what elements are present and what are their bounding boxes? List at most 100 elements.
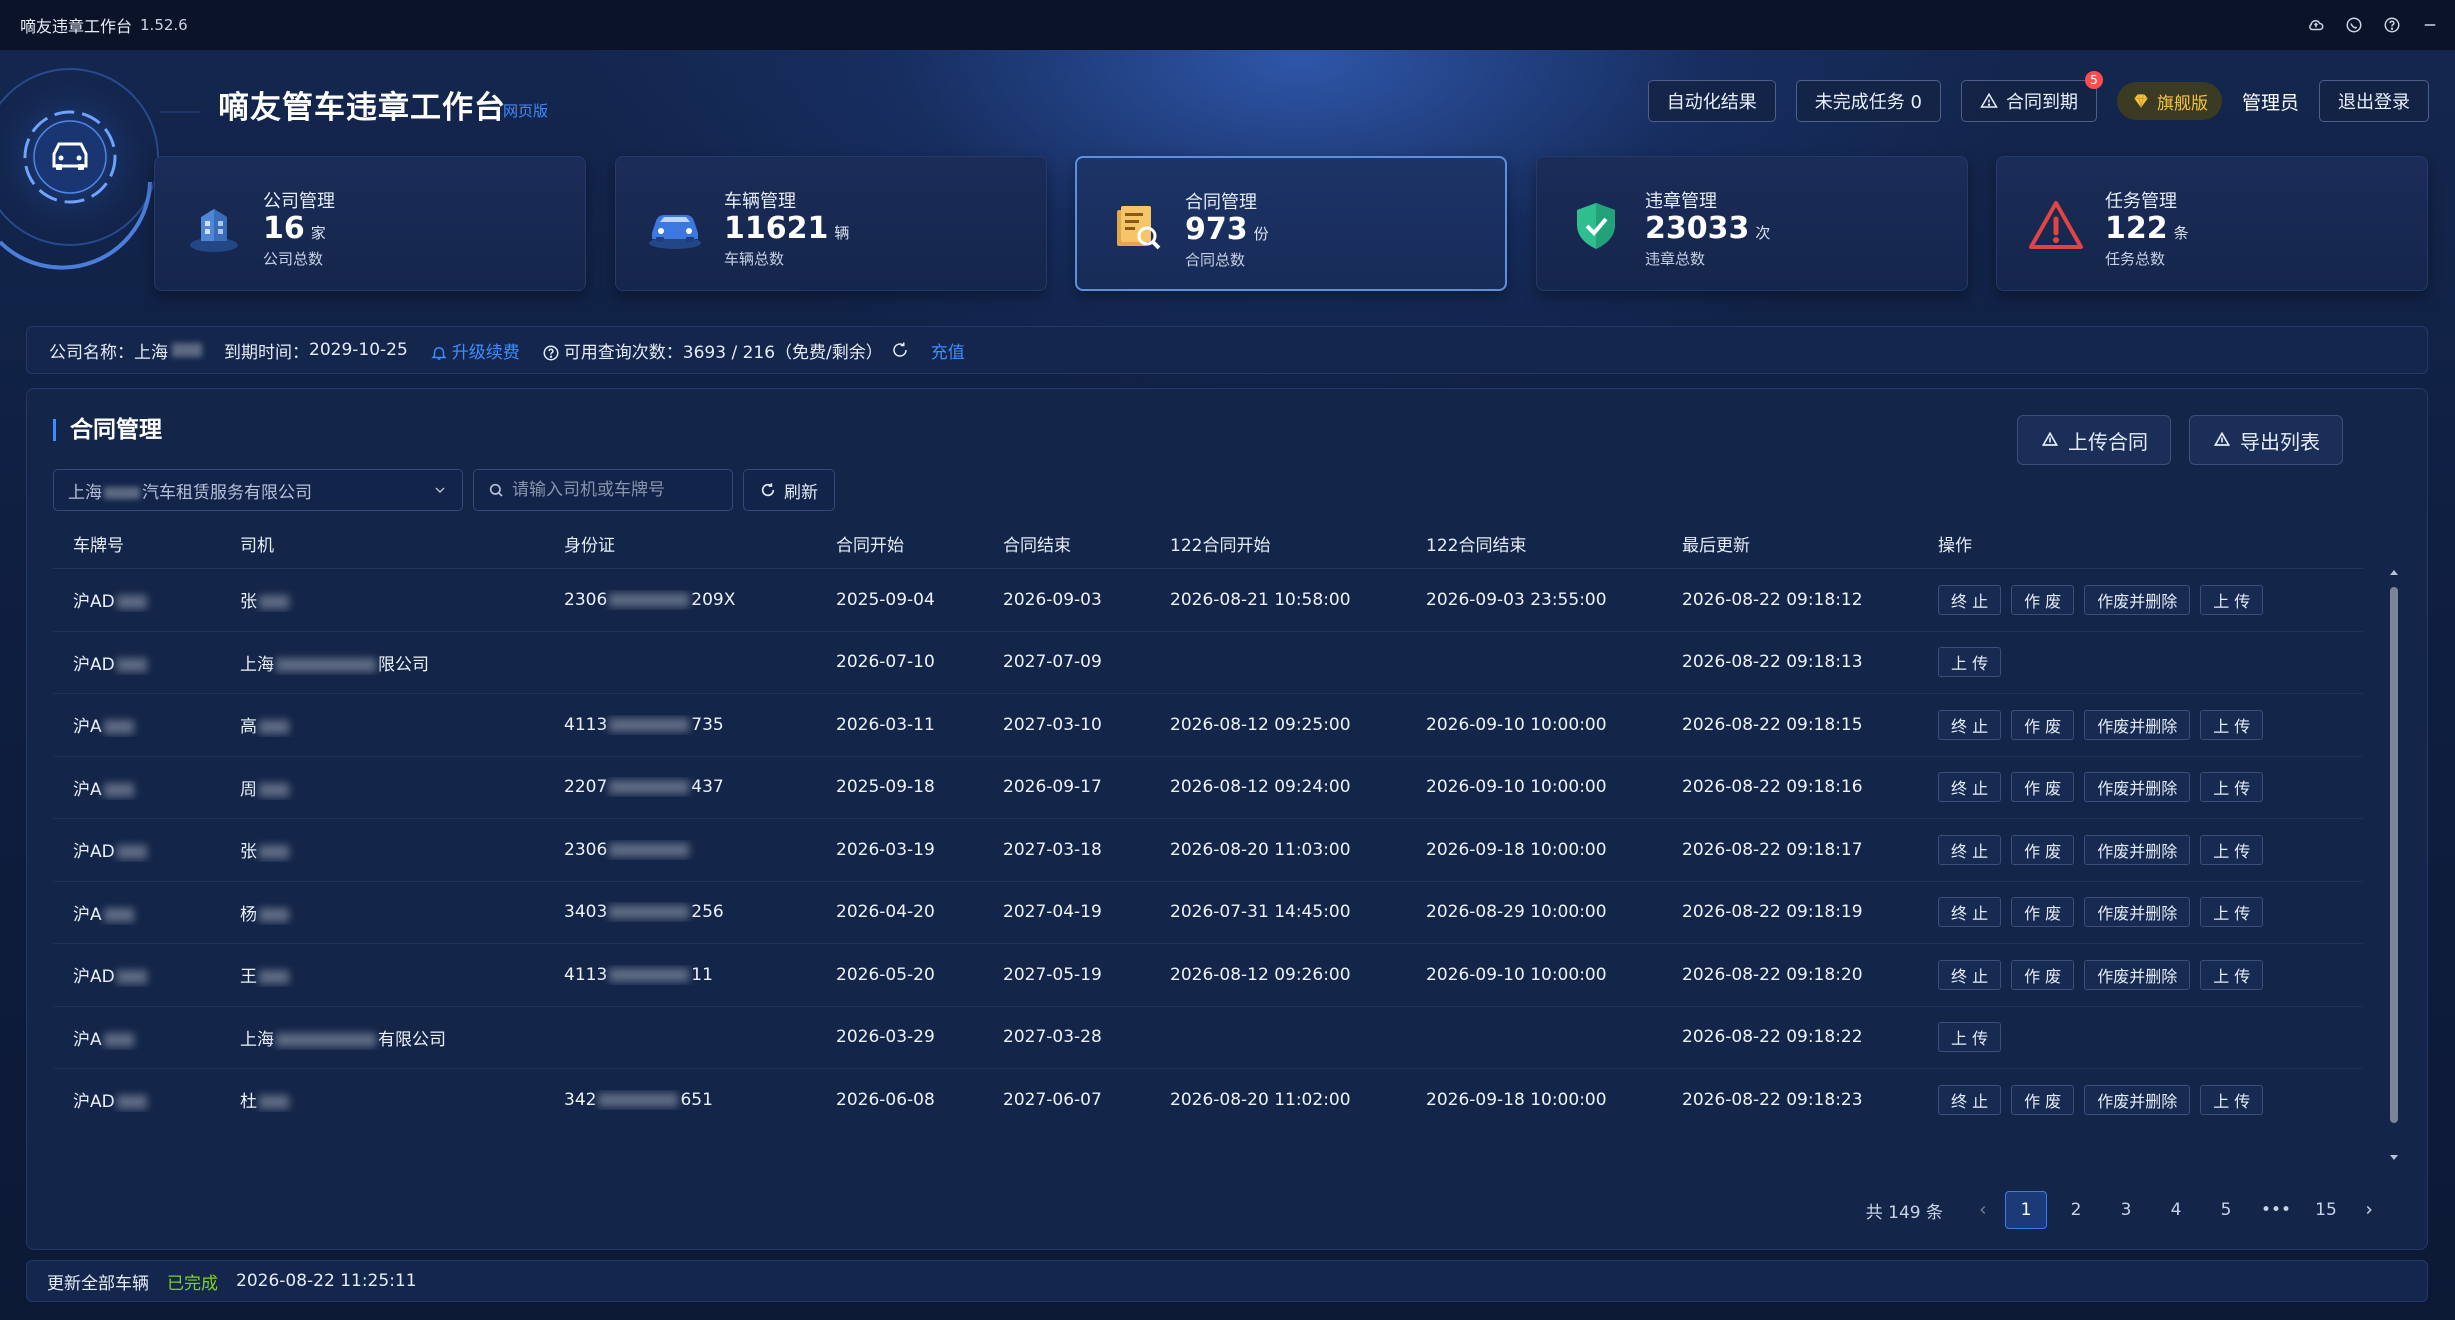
page-number[interactable]: 15: [2305, 1191, 2347, 1229]
upgrade-link[interactable]: 升级续费: [430, 338, 520, 363]
company-select[interactable]: 上海 汽车租赁服务有限公司: [53, 469, 463, 511]
column-header[interactable]: 车牌号: [53, 531, 220, 556]
terminate-button[interactable]: 终 止: [1938, 772, 2002, 803]
upload-button[interactable]: 上 传: [2200, 584, 2264, 615]
terminate-button[interactable]: 终 止: [1938, 834, 2002, 865]
stat-card-task[interactable]: 任务管理 122 条 任务总数: [1996, 156, 2428, 291]
refresh-icon[interactable]: [891, 341, 909, 359]
chevron-left-icon: [1980, 1205, 1986, 1215]
terminate-button[interactable]: 终 止: [1938, 959, 2002, 990]
chevron-right-icon: [2366, 1205, 2372, 1215]
redacted-block: [259, 720, 289, 735]
page-number[interactable]: 5: [2205, 1191, 2247, 1229]
vip-label: 旗舰版: [2156, 93, 2208, 114]
page-ellipsis[interactable]: •••: [2255, 1191, 2297, 1229]
table-row[interactable]: 沪AD沪AD张张23062306 2026-03-19 2027-03-18 2026…: [53, 819, 2363, 882]
upload-button[interactable]: 上 传: [2200, 897, 2264, 928]
column-header[interactable]: 司机: [220, 531, 544, 556]
page-number[interactable]: 1: [2005, 1191, 2047, 1229]
table-row[interactable]: 沪AD沪AD张张 2306 209X2306209X 2025-09-04 2026-…: [53, 569, 2363, 632]
void-button[interactable]: 作 废: [2011, 1084, 2075, 1115]
upload-button[interactable]: 上 传: [2200, 834, 2264, 865]
table-row[interactable]: 沪A沪A高高 4113 7354113735 2026-03-11 2027-03-1…: [53, 694, 2363, 757]
column-header[interactable]: 身份证: [544, 531, 816, 556]
upload-button[interactable]: 上 传: [1938, 1022, 2002, 1053]
void-button[interactable]: 作 废: [2011, 772, 2075, 803]
table-row[interactable]: 沪AD沪AD 上海 限公司上海限公司 2026-07-10 2027-07-09 202…: [53, 632, 2363, 694]
void-delete-button[interactable]: 作废并删除: [2084, 959, 2191, 990]
column-header[interactable]: 合同结束: [983, 531, 1150, 556]
terminate-button[interactable]: 终 止: [1938, 709, 2002, 740]
void-delete-button[interactable]: 作废并删除: [2084, 709, 2191, 740]
void-delete-button[interactable]: 作废并删除: [2084, 1084, 2191, 1115]
terminate-button[interactable]: 终 止: [1938, 584, 2002, 615]
void-button[interactable]: 作 废: [2011, 897, 2075, 928]
chat-icon[interactable]: [2345, 16, 2363, 34]
scroll-down-icon[interactable]: [2389, 1153, 2399, 1163]
column-header[interactable]: 最后更新: [1662, 531, 1918, 556]
unfinished-tasks-button[interactable]: 未完成任务 0: [1795, 80, 1941, 122]
page-number[interactable]: 2: [2055, 1191, 2097, 1229]
table-row[interactable]: 沪AD沪AD杜杜 342 651342651 2026-06-08 2027-06-0…: [53, 1069, 2363, 1129]
terminate-button[interactable]: 终 止: [1938, 1084, 2002, 1115]
stat-card-violation[interactable]: 违章管理 23033 次 违章总数: [1536, 156, 1968, 291]
void-delete-button[interactable]: 作废并删除: [2084, 834, 2191, 865]
redacted-block: [598, 1092, 679, 1107]
logout-button[interactable]: 退出登录: [2319, 80, 2429, 122]
table-row[interactable]: 沪A沪A杨杨 3403 2563403256 2026-04-20 2027-04-1…: [53, 882, 2363, 944]
table-row[interactable]: 沪A沪A周周 2207 4372207437 2025-09-18 2026-09-1…: [53, 757, 2363, 819]
column-header[interactable]: 合同开始: [816, 531, 983, 556]
void-delete-button[interactable]: 作废并删除: [2084, 772, 2191, 803]
upload-button[interactable]: 上 传: [2200, 772, 2264, 803]
void-button[interactable]: 作 废: [2011, 709, 2075, 740]
stat-card-contract[interactable]: 合同管理 973 份 合同总数: [1075, 156, 1507, 291]
cell-plate: 沪A沪A: [53, 775, 220, 800]
refresh-button[interactable]: 刷新: [743, 469, 835, 511]
void-button[interactable]: 作 废: [2011, 959, 2075, 990]
scroll-up-icon[interactable]: [2389, 567, 2399, 577]
cell-e122: 2026-09-10 10:00:00: [1426, 714, 1607, 735]
void-button[interactable]: 作 废: [2011, 584, 2075, 615]
admin-user[interactable]: 管理员: [2242, 88, 2299, 115]
void-delete-button[interactable]: 作废并删除: [2084, 897, 2191, 928]
search-input[interactable]: [512, 480, 712, 500]
upload-button[interactable]: 上 传: [2200, 709, 2264, 740]
contract-expiry-button[interactable]: 合同到期 5: [1960, 71, 2103, 122]
minimize-icon[interactable]: [2421, 16, 2439, 34]
row-actions: 上 传: [1918, 1022, 2363, 1053]
upload-button[interactable]: 上 传: [2200, 1084, 2264, 1115]
page-number[interactable]: 4: [2155, 1191, 2197, 1229]
upload-button[interactable]: 上 传: [2200, 959, 2264, 990]
row-actions: 终 止作 废作废并删除上 传: [1918, 897, 2363, 928]
chevron-down-icon: [435, 487, 445, 493]
stat-card-vehicle[interactable]: 车辆管理 11621 辆 车辆总数: [615, 156, 1047, 291]
upload-button[interactable]: 上 传: [1938, 647, 2002, 678]
next-page-button[interactable]: [2351, 1191, 2387, 1229]
page-number[interactable]: 3: [2105, 1191, 2147, 1229]
section-title: 合同管理: [53, 419, 162, 442]
column-header[interactable]: 122合同结束: [1406, 531, 1662, 556]
auto-result-button[interactable]: 自动化结果: [1647, 80, 1776, 122]
void-delete-button[interactable]: 作废并删除: [2084, 584, 2191, 615]
recharge-link[interactable]: 充值: [931, 338, 965, 363]
upload-contract-button[interactable]: 上传合同: [2017, 415, 2171, 465]
update-status: 已完成: [167, 1273, 218, 1294]
upload-icon: [2041, 431, 2059, 446]
stat-card-company[interactable]: 公司管理 16 家 公司总数: [154, 156, 586, 291]
cell-id: 2207 4372207437: [564, 777, 724, 798]
redacted-block: [259, 845, 289, 860]
table-row[interactable]: 沪A沪A 上海 有限公司上海有限公司 2026-03-29 2027-03-28 202…: [53, 1007, 2363, 1069]
question-icon: [542, 344, 560, 362]
help-icon[interactable]: [2383, 16, 2401, 34]
void-button[interactable]: 作 废: [2011, 834, 2075, 865]
prev-page-button[interactable]: [1965, 1191, 2001, 1229]
search-box[interactable]: [473, 469, 733, 511]
column-header[interactable]: 122合同开始: [1150, 531, 1406, 556]
table-scrollbar[interactable]: [2387, 567, 2401, 1163]
export-list-button[interactable]: 导出列表: [2189, 415, 2343, 465]
terminate-button[interactable]: 终 止: [1938, 897, 2002, 928]
cell-updated: 2026-08-22 09:18:17: [1682, 839, 1863, 860]
cloud-icon[interactable]: [2307, 16, 2325, 34]
table-row[interactable]: 沪AD沪AD王王 4113 11411311 2026-05-20 2027-05-1…: [53, 944, 2363, 1007]
scrollbar-thumb[interactable]: [2390, 587, 2398, 1123]
